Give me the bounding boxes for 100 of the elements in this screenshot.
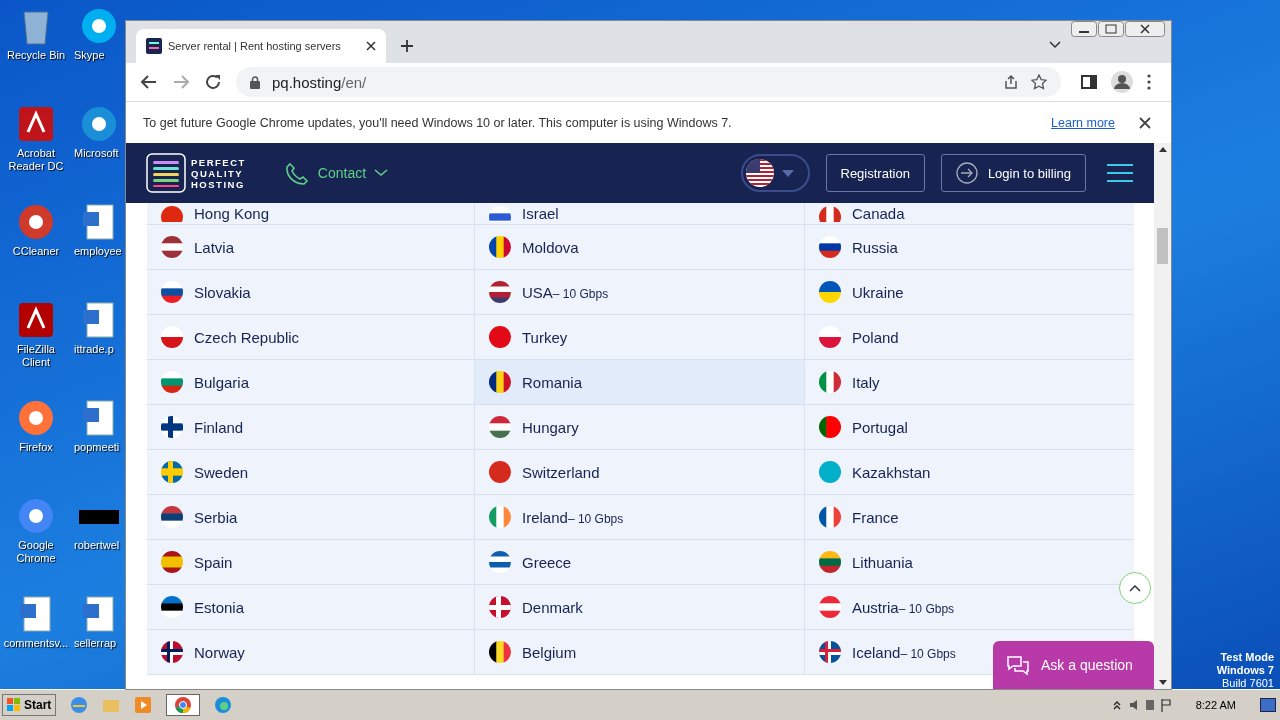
country-item[interactable]: Denmark (475, 585, 805, 630)
country-item[interactable]: Norway (147, 630, 475, 675)
country-item[interactable]: Hong Kong (147, 203, 475, 225)
close-icon[interactable] (366, 41, 376, 51)
share-icon[interactable] (1003, 74, 1019, 90)
show-desktop-button[interactable] (1260, 698, 1276, 712)
flag-icon (819, 281, 841, 303)
app-icon[interactable] (16, 104, 56, 144)
profile-icon[interactable] (1111, 71, 1133, 93)
flag-icon (819, 326, 841, 348)
chrome-taskbar-button[interactable] (166, 694, 201, 716)
watermark-text: Build 7601 (1222, 677, 1274, 690)
new-tab-icon[interactable] (400, 39, 414, 53)
address-bar[interactable]: pq.hosting/en/ (236, 67, 1061, 97)
app-icon[interactable] (16, 300, 56, 340)
country-item[interactable]: Romania (475, 360, 805, 405)
flag-icon (819, 506, 841, 528)
scrollbar[interactable] (1154, 143, 1171, 689)
icon-label[interactable]: CCleaner (2, 245, 70, 258)
icon-label[interactable]: FileZilla Client (2, 343, 70, 369)
lock-icon (250, 75, 260, 89)
country-item[interactable]: Slovakia (147, 270, 475, 315)
login-icon (955, 162, 978, 184)
flag-icon (489, 506, 511, 528)
clock[interactable]: 8:22 AM (1195, 699, 1236, 711)
chevron-down-icon (374, 169, 389, 177)
ask-question-toast[interactable]: Ask a question (993, 641, 1154, 689)
country-item[interactable]: Sweden (147, 450, 475, 495)
learn-more-link[interactable]: Learn more (1051, 115, 1115, 130)
country-item[interactable]: Moldova (475, 225, 805, 270)
country-item[interactable]: Italy (805, 360, 1133, 405)
icon-label[interactable]: Microsoft (74, 147, 119, 160)
flag-icon (489, 281, 511, 303)
star-icon[interactable] (1031, 74, 1047, 90)
reload-icon[interactable] (204, 73, 222, 91)
country-item[interactable]: Spain (147, 540, 475, 585)
minimize-icon[interactable] (1071, 21, 1097, 37)
scroll-up-arrow-icon[interactable] (1158, 147, 1167, 152)
country-item[interactable]: Canada (805, 203, 1133, 225)
registration-button[interactable]: Registration (825, 154, 925, 192)
icon-label[interactable]: popmeeti (74, 441, 120, 454)
country-item[interactable]: Greece (475, 540, 805, 585)
icon-label[interactable]: Recycle Bin (2, 49, 70, 62)
windows-logo-icon (7, 698, 21, 712)
flag-icon (745, 159, 774, 187)
menu-icon[interactable] (1106, 163, 1134, 183)
icon-label[interactable]: employee (74, 245, 122, 258)
scroll-down-arrow-icon[interactable] (1158, 680, 1167, 685)
icon-label[interactable]: robertwel (74, 539, 120, 552)
country-item[interactable]: Poland (805, 315, 1133, 360)
country-item[interactable]: Belgium (475, 630, 805, 675)
icon-label[interactable]: Google Chrome (2, 539, 70, 565)
flag-icon (819, 416, 841, 438)
country-item[interactable]: Latvia (147, 225, 475, 270)
back-arrow-icon[interactable] (140, 74, 158, 90)
app-icon[interactable] (16, 202, 56, 242)
contact-menu[interactable]: Contact (283, 160, 389, 186)
language-selector[interactable] (740, 154, 810, 192)
logo-icon[interactable] (146, 153, 186, 193)
flag-icon (489, 596, 511, 618)
app-icon[interactable] (16, 496, 56, 536)
flag-icon (819, 371, 841, 393)
country-item[interactable]: Czech Republic (147, 315, 475, 360)
icon-label[interactable]: Skype (74, 49, 105, 62)
country-item[interactable]: Ukraine (805, 270, 1133, 315)
menu-icon[interactable] (1147, 74, 1151, 90)
browser-tab[interactable]: Server rental | Rent hosting servers (136, 29, 386, 63)
country-item[interactable]: Israel (475, 203, 805, 225)
chevron-down-icon[interactable] (1049, 41, 1061, 49)
close-icon[interactable] (1139, 116, 1151, 129)
flag-icon (161, 551, 183, 573)
icon-label[interactable]: ittrade.p (74, 343, 114, 356)
country-item[interactable]: Portugal (805, 405, 1133, 450)
login-button[interactable]: Login to billing (940, 154, 1086, 192)
flag-icon (819, 205, 841, 222)
close-icon[interactable] (1125, 21, 1165, 37)
country-item[interactable]: Ireland– 10 Gbps (475, 495, 805, 540)
tray-icons-drawing[interactable] (1111, 697, 1172, 713)
logo-text: PERFECT (191, 156, 246, 168)
icon-label[interactable]: sellerrap (74, 637, 117, 650)
country-item[interactable]: Russia (805, 225, 1133, 270)
start-button[interactable]: Start (2, 694, 57, 716)
country-item[interactable]: USA– 10 Gbps (475, 270, 805, 315)
icon-label[interactable]: Firefox (2, 441, 70, 454)
flag-icon (489, 326, 511, 348)
country-item[interactable]: France (805, 495, 1133, 540)
country-item[interactable]: Serbia (147, 495, 475, 540)
country-item[interactable]: Finland (147, 405, 475, 450)
country-item[interactable]: Hungary (475, 405, 805, 450)
icon-label[interactable]: Acrobat Reader DC (2, 147, 70, 173)
side-panel-icon[interactable] (1081, 74, 1097, 90)
flag-icon (161, 371, 183, 393)
country-item[interactable]: Switzerland (475, 450, 805, 495)
app-icon[interactable] (16, 398, 56, 438)
watermark-text: Test Mode (1220, 651, 1274, 664)
icon-label[interactable]: commentsv... (2, 637, 70, 650)
country-item[interactable]: Estonia (147, 585, 475, 630)
country-item[interactable]: Bulgaria (147, 360, 475, 405)
country-item[interactable]: Kazakhstan (805, 450, 1133, 495)
scrollbar-thumb[interactable] (1157, 228, 1168, 264)
